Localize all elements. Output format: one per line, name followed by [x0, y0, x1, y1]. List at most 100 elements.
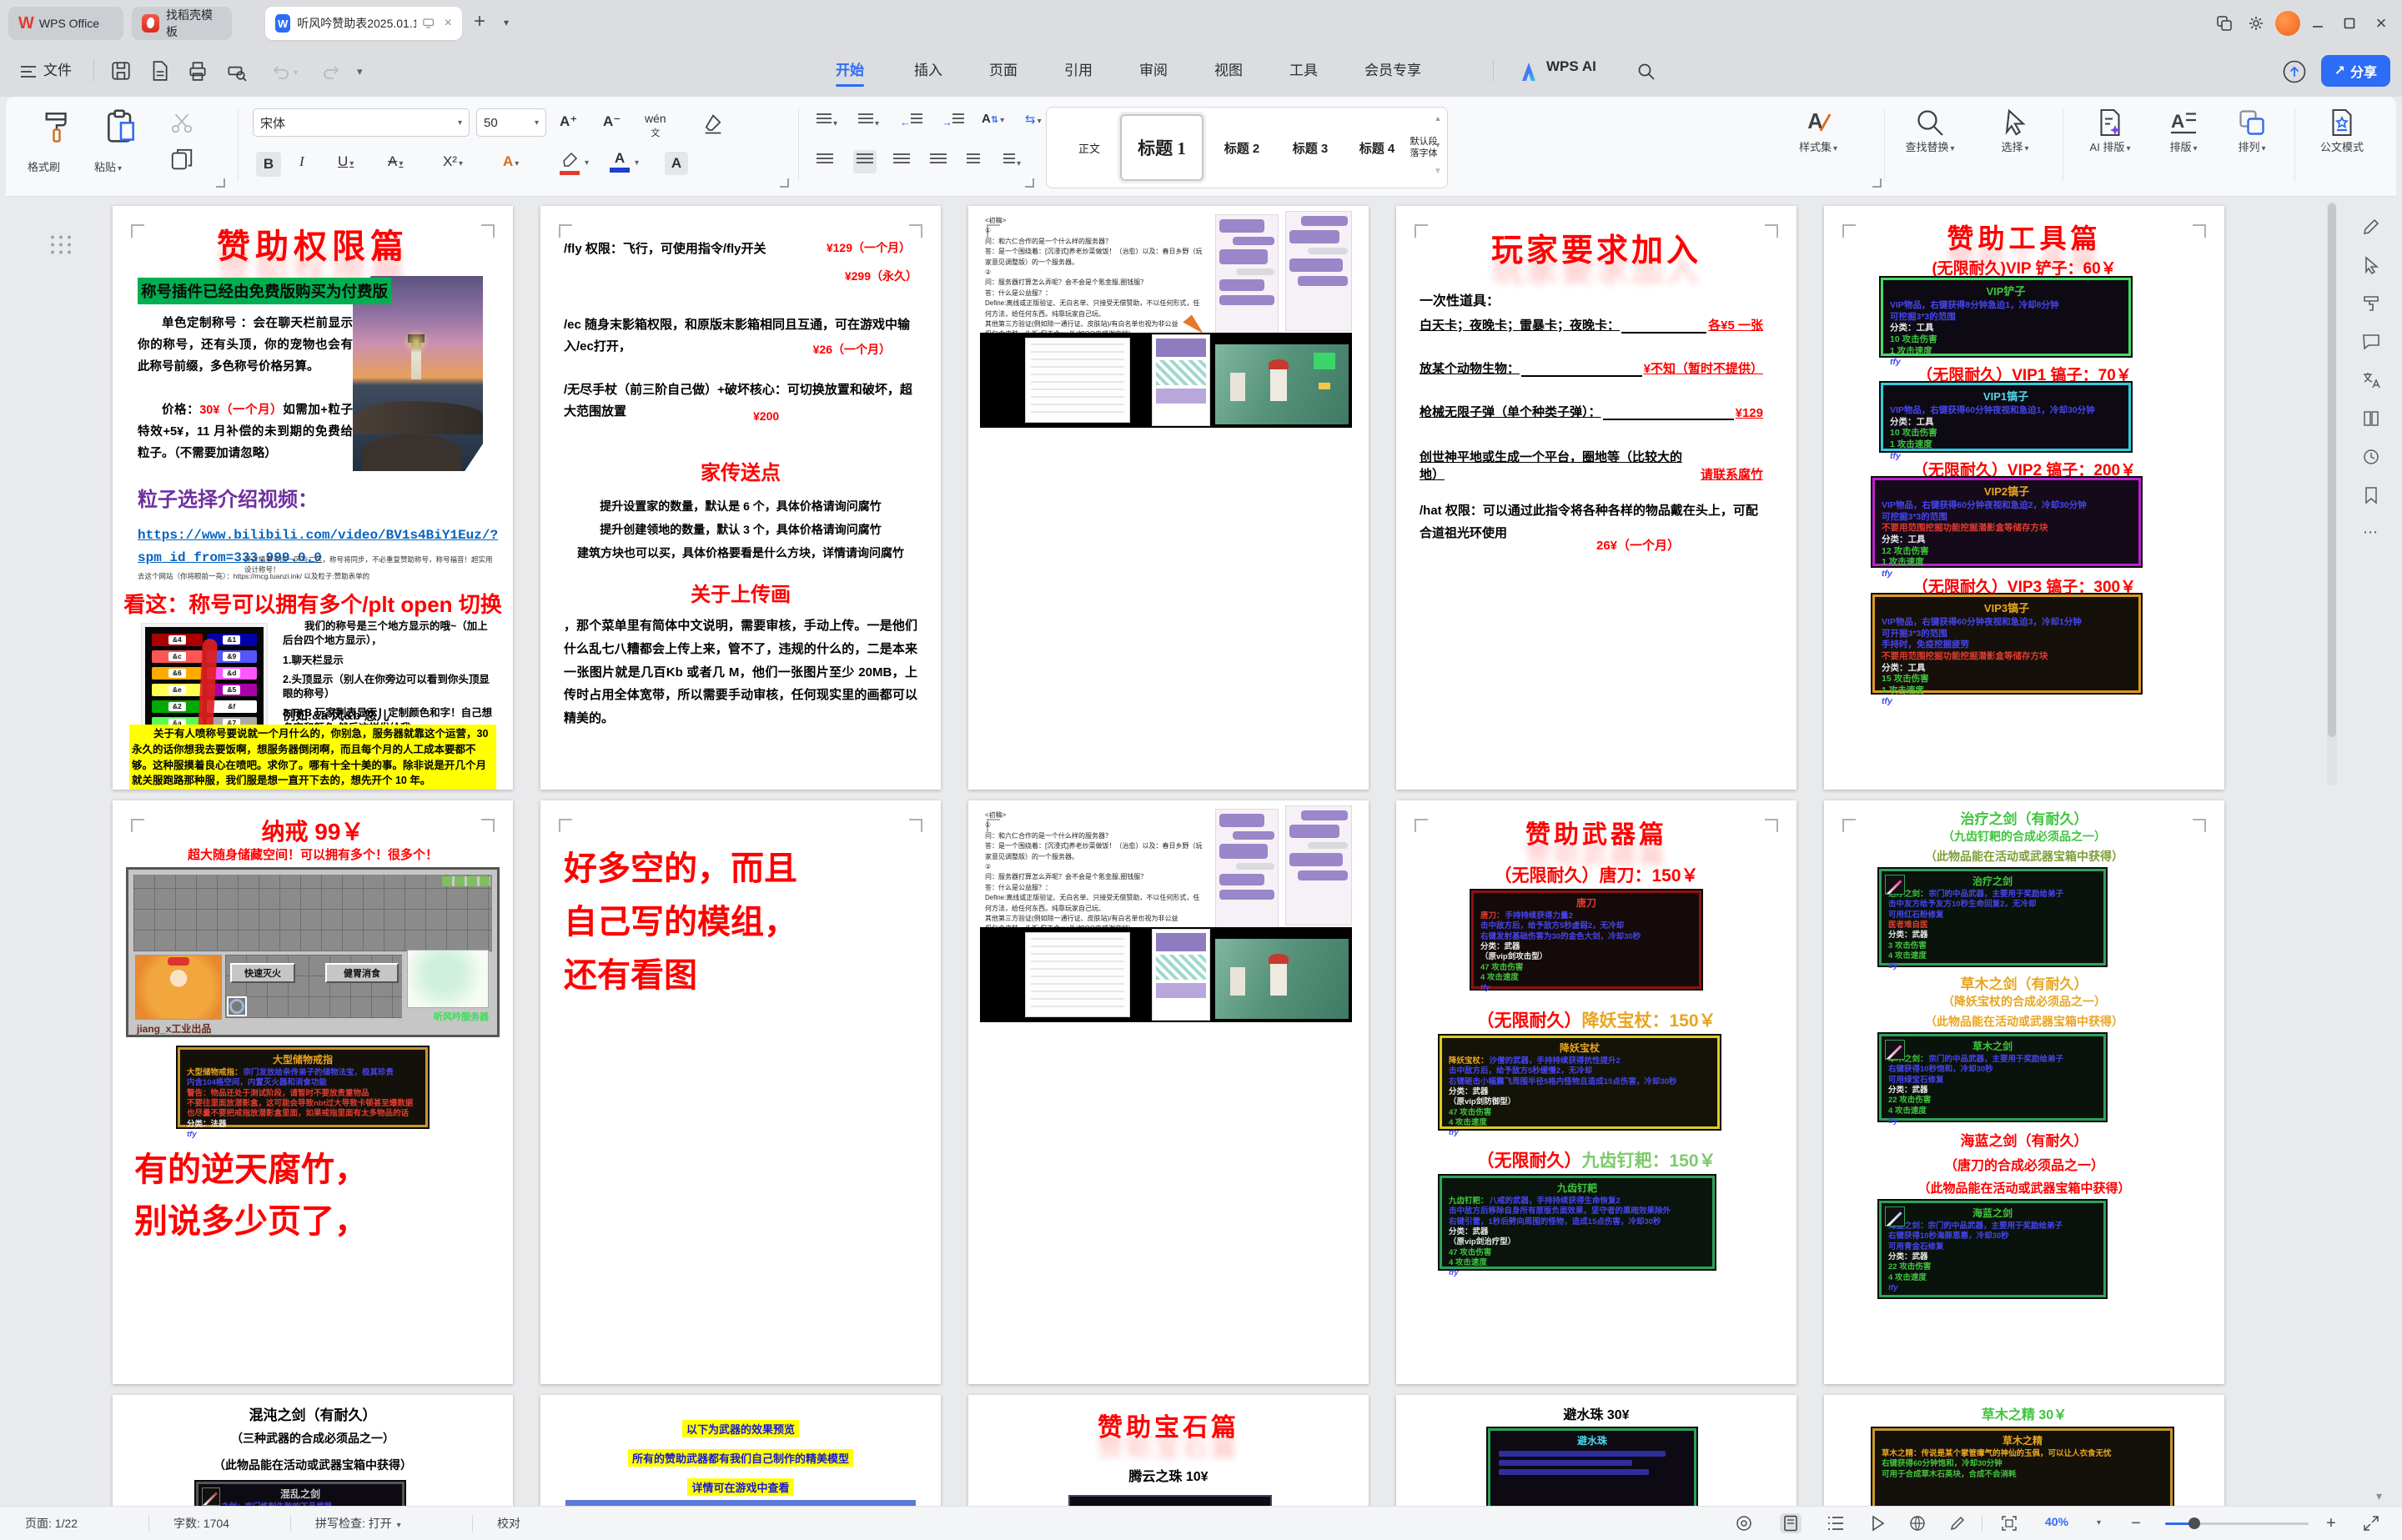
- undo-icon[interactable]: [272, 62, 292, 82]
- fullscreen-icon[interactable]: [2360, 1513, 2382, 1533]
- clear-format-icon[interactable]: [701, 112, 725, 137]
- bookmark-icon[interactable]: [2361, 485, 2381, 505]
- character-shading-button[interactable]: A: [665, 152, 688, 175]
- paste-icon[interactable]: [103, 107, 139, 145]
- zoom-slider-knob[interactable]: [2188, 1517, 2200, 1529]
- outline-view-icon[interactable]: [1825, 1513, 1847, 1533]
- redo-icon[interactable]: [320, 62, 340, 82]
- zoom-chevron-icon[interactable]: ▾: [2097, 1518, 2101, 1527]
- print-preview-icon[interactable]: [225, 60, 247, 82]
- italic-button[interactable]: I: [299, 153, 304, 170]
- style-heading4[interactable]: 标题 4: [1345, 108, 1409, 188]
- tab-docer-templates[interactable]: 找稻壳模板: [132, 7, 232, 40]
- settings-gear-icon[interactable]: [2242, 0, 2270, 47]
- align-left-icon[interactable]: [817, 153, 833, 170]
- ribbon-tab-insert[interactable]: 插入: [914, 58, 942, 79]
- upload-cloud-icon[interactable]: [2282, 59, 2307, 84]
- ribbon-tab-view[interactable]: 视图: [1214, 58, 1243, 79]
- style-heading2[interactable]: 标题 2: [1210, 108, 1274, 188]
- cut-icon[interactable]: [169, 110, 194, 135]
- new-tab-button[interactable]: +: [474, 10, 485, 33]
- increase-font-icon[interactable]: A⁺: [560, 113, 577, 130]
- ink-annotate-icon[interactable]: [1947, 1513, 1968, 1533]
- tab-list-chevron-icon[interactable]: ▾: [504, 17, 509, 28]
- maximize-button[interactable]: [2335, 0, 2364, 47]
- left-right-icon[interactable]: ⇆▾: [1025, 112, 1042, 127]
- font-size-select[interactable]: 50▾: [476, 108, 546, 137]
- read-mode-icon[interactable]: [1867, 1513, 1888, 1533]
- page-view-icon[interactable]: [1780, 1513, 1802, 1533]
- ribbon-tab-review[interactable]: 审阅: [1139, 58, 1168, 79]
- spellcheck-status[interactable]: 拼写检查: 打开 ▾: [315, 1515, 401, 1532]
- official-doc-mode-button[interactable]: 公文模式: [2304, 107, 2379, 154]
- hamburger-menu-icon[interactable]: [20, 65, 37, 78]
- style-heading1[interactable]: 标题 1: [1120, 114, 1204, 181]
- more-tools-icon[interactable]: ⋯: [2363, 524, 2379, 541]
- share-button[interactable]: ↗ 分享: [2321, 55, 2390, 87]
- drag-handle[interactable]: [48, 233, 73, 255]
- edit-pen-icon[interactable]: [2361, 217, 2381, 237]
- zoom-slider[interactable]: [2165, 1522, 2309, 1525]
- wps-ai-logo-icon[interactable]: [1520, 61, 1540, 83]
- comment-icon[interactable]: [2361, 332, 2381, 352]
- ribbon-tab-home[interactable]: 开始: [836, 58, 864, 79]
- line-spacing-icon[interactable]: ▾: [1003, 153, 1021, 170]
- font-name-select[interactable]: 宋体▾: [253, 108, 470, 137]
- focus-mode-icon[interactable]: [1733, 1513, 1755, 1533]
- format-painter-label[interactable]: 格式刷: [28, 158, 60, 174]
- decrease-font-icon[interactable]: A⁻: [603, 113, 621, 130]
- copy-icon[interactable]: [169, 147, 194, 172]
- bullets-button[interactable]: ▾: [817, 113, 837, 130]
- close-button[interactable]: ×: [2367, 0, 2395, 47]
- superscript-button[interactable]: X²▾: [443, 153, 463, 170]
- decrease-indent-icon[interactable]: ←: [900, 113, 922, 130]
- paste-label[interactable]: 粘贴▾: [94, 158, 122, 174]
- translate-icon[interactable]: [2361, 370, 2381, 390]
- more-commands-chevron-icon[interactable]: ▾: [357, 65, 363, 78]
- ribbon-tab-page[interactable]: 页面: [989, 58, 1018, 79]
- distribute-icon[interactable]: [967, 153, 980, 170]
- close-tab-icon[interactable]: ×: [445, 16, 452, 31]
- numbering-button[interactable]: ▾: [858, 113, 879, 130]
- scrollbar-thumb[interactable]: [2328, 203, 2336, 737]
- tab-document[interactable]: W 听风吟赞助表2025.01.10.dc ×: [265, 7, 462, 40]
- ai-layout-button[interactable]: AI 排版▾: [2073, 107, 2148, 154]
- pinyin-guide-icon[interactable]: wén文: [645, 112, 666, 139]
- select-button[interactable]: 选择▾: [1977, 107, 2053, 154]
- wps-ai-label[interactable]: WPS AI: [1546, 58, 1596, 75]
- minimize-button[interactable]: [2304, 0, 2332, 47]
- typeset-button[interactable]: A 排版▾: [2146, 107, 2221, 154]
- zoom-in-button[interactable]: +: [2320, 1513, 2342, 1533]
- history-icon[interactable]: [2361, 447, 2381, 467]
- search-icon[interactable]: [1636, 62, 1656, 82]
- book-icon[interactable]: [2361, 409, 2381, 429]
- print-icon[interactable]: [187, 60, 209, 82]
- text-direction-icon[interactable]: A⇅▾: [982, 112, 1004, 126]
- vertical-scrollbar[interactable]: [2327, 202, 2337, 785]
- avatar[interactable]: [2274, 0, 2302, 47]
- strikethrough-button[interactable]: A▾: [388, 153, 403, 170]
- document-canvas[interactable]: 赞助权限篇 称号插件已经由免费版购买为付费版 单色定制称号 ：会在聊天栏前显示你…: [0, 197, 2402, 1507]
- select-cursor-icon[interactable]: [2361, 255, 2381, 275]
- gallery-scroll-up-icon[interactable]: ▴: [1432, 114, 1444, 123]
- menu-file[interactable]: 文件: [43, 58, 72, 79]
- align-center-icon[interactable]: [853, 150, 877, 173]
- ribbon-tab-reference[interactable]: 引用: [1064, 58, 1093, 79]
- style-normal[interactable]: 正文: [1062, 108, 1117, 188]
- align-right-icon[interactable]: [893, 153, 910, 170]
- undo-chevron-icon[interactable]: ▾: [294, 68, 298, 78]
- gallery-more-icon[interactable]: ⩔: [1432, 166, 1444, 175]
- format-painter-icon[interactable]: [39, 108, 74, 145]
- style-heading3[interactable]: 标题 3: [1279, 108, 1342, 188]
- arrange-button[interactable]: 排列▾: [2214, 107, 2289, 154]
- ribbon-tab-member[interactable]: 会员专享: [1364, 58, 1421, 79]
- bold-button[interactable]: B: [256, 152, 281, 177]
- zoom-out-button[interactable]: −: [2125, 1513, 2147, 1533]
- tab-wps-office[interactable]: W WPS Office: [8, 7, 123, 40]
- web-view-icon[interactable]: [1907, 1513, 1928, 1533]
- proofread-button[interactable]: 校对: [497, 1515, 520, 1532]
- zoom-percentage[interactable]: 40%: [2045, 1515, 2068, 1528]
- font-color-button[interactable]: A: [610, 150, 630, 173]
- gallery-scroll-down-icon[interactable]: ▾: [1432, 141, 1444, 150]
- export-pdf-icon[interactable]: [148, 60, 170, 82]
